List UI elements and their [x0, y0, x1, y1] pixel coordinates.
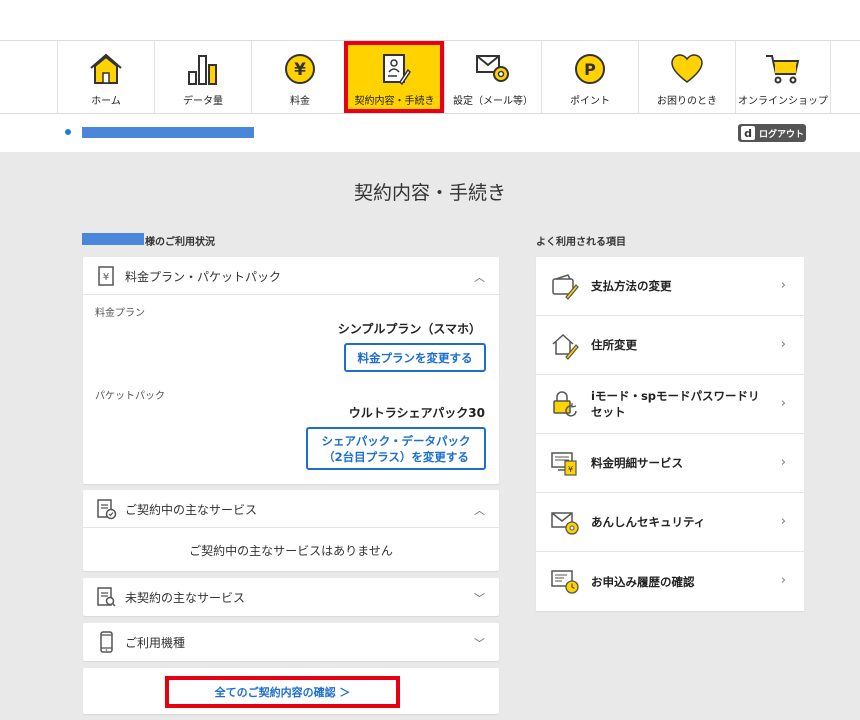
uncontracted-card-title: 未契約の主なサービス — [125, 591, 246, 605]
cart-icon — [736, 49, 830, 89]
nav-data[interactable]: データ量 — [154, 41, 251, 113]
chevron-up-icon: ︿ — [474, 504, 485, 517]
nav-label: ホーム — [91, 96, 121, 107]
status-dot — [65, 129, 71, 135]
plan-card-title: 料金プラン・パケットパック — [125, 270, 282, 284]
change-plan-button[interactable]: 料金プランを変更する — [344, 343, 486, 372]
uncontracted-card-header[interactable]: 未契約の主なサービス ﹀ — [83, 578, 499, 616]
chevron-right-icon: › — [780, 278, 786, 293]
svg-text:¥: ¥ — [294, 60, 306, 80]
frequent-item-password-reset[interactable]: iモード・spモードパスワードリセット › — [536, 375, 804, 434]
change-packet-button[interactable]: シェアパック・データパック （2台目プラス）を変更する — [306, 427, 486, 470]
nav-label: ポイント — [570, 96, 610, 107]
plan-card: ¥ 料金プラン・パケットパック ︿ 料金プラン シンプルプラン（スマホ） 料金プ… — [83, 257, 499, 484]
history-clock-icon — [550, 566, 580, 596]
frequent-item-label: 支払方法の変更 — [591, 279, 672, 293]
nav-label: 設定（メール等） — [453, 96, 533, 107]
packet-value: ウルトラシェアパック30 — [348, 406, 485, 420]
usage-section-label: 様のご利用状況 — [145, 237, 215, 248]
nav-label: 料金 — [290, 96, 310, 107]
nav-label: お困りのとき — [657, 96, 717, 107]
point-icon: P — [542, 49, 638, 89]
frequent-items-card: 支払方法の変更 › 住所変更 › iモード・spモードパスワードリセット › ¥… — [536, 257, 804, 611]
d-account-icon: d — [741, 126, 755, 140]
user-bar — [0, 114, 860, 152]
smartphone-icon — [95, 631, 117, 653]
all-contracts-link[interactable]: 全てのご契約内容の確認 ＞ — [165, 676, 400, 708]
uncontracted-card[interactable]: 未契約の主なサービス ﹀ — [83, 578, 499, 616]
frequent-item-payment[interactable]: 支払方法の変更 › — [536, 257, 804, 316]
yen-icon: ¥ — [252, 49, 348, 89]
contract-icon — [345, 49, 444, 89]
plan-card-header[interactable]: ¥ 料金プラン・パケットパック ︿ — [83, 257, 499, 295]
home-icon — [58, 49, 154, 89]
frequent-item-label: あんしんセキュリティ — [591, 515, 706, 529]
svg-text:¥: ¥ — [568, 465, 573, 474]
plan-value: シンプルプラン（スマホ） — [337, 322, 481, 336]
lock-reset-icon — [550, 389, 580, 419]
logout-label: ログアウト — [759, 129, 805, 140]
services-card-header[interactable]: ご契約中の主なサービス ︿ — [83, 490, 499, 528]
svg-text:P: P — [584, 60, 596, 79]
services-card: ご契約中の主なサービス ︿ ご契約中の主なサービスはありません — [83, 490, 499, 571]
chevron-down-icon: ﹀ — [474, 592, 485, 605]
frequent-section-label: よく利用される項目 — [536, 237, 626, 248]
logout-button[interactable]: d ログアウト — [738, 124, 806, 142]
nav-label: 契約内容・手続き — [354, 96, 435, 107]
nav-shop[interactable]: オンラインショップ — [735, 41, 831, 113]
frequent-item-label: 料金明細サービス — [591, 456, 683, 470]
nav-label: データ量 — [183, 96, 223, 107]
nav-label: オンラインショップ — [738, 96, 828, 107]
mail-gear-icon — [445, 49, 541, 89]
nav-help[interactable]: お困りのとき — [638, 41, 735, 113]
device-card[interactable]: ご利用機種 ﹀ — [83, 623, 499, 661]
house-pen-icon — [550, 330, 580, 360]
packet-label: パケットパック — [95, 391, 165, 402]
document-check-icon — [95, 498, 117, 520]
frequent-item-history[interactable]: お申込み履歴の確認 › — [536, 552, 804, 611]
plan-label: 料金プラン — [95, 308, 145, 319]
heart-icon — [639, 49, 735, 89]
frequent-item-address[interactable]: 住所変更 › — [536, 316, 804, 375]
chevron-right-icon: › — [780, 337, 786, 352]
top-blank-bar — [0, 0, 860, 40]
nav-fee[interactable]: ¥ 料金 — [251, 41, 348, 113]
chevron-right-icon: › — [780, 514, 786, 529]
frequent-item-security[interactable]: あんしんセキュリティ › — [536, 493, 804, 552]
frequent-item-label: iモード・spモードパスワードリセット — [591, 389, 760, 419]
services-empty-text: ご契約中の主なサービスはありません — [189, 544, 393, 558]
wallet-pen-icon — [550, 271, 580, 301]
nav-point[interactable]: P ポイント — [541, 41, 638, 113]
services-card-title: ご契約中の主なサービス — [125, 503, 258, 517]
chevron-right-icon: › — [780, 396, 786, 411]
document-search-icon — [95, 586, 117, 608]
change-packet-button-line2: （2台目プラス）を変更する — [323, 449, 469, 464]
nav-contract[interactable]: 契約内容・手続き — [344, 41, 444, 113]
bill-screen-icon: ¥ — [550, 448, 580, 478]
nav-home[interactable]: ホーム — [57, 41, 154, 113]
yen-document-icon: ¥ — [95, 265, 117, 287]
chevron-right-icon: › — [780, 455, 786, 470]
frequent-item-billing-detail[interactable]: ¥ 料金明細サービス › — [536, 434, 804, 493]
mail-security-icon — [550, 507, 580, 537]
page-title: 契約内容・手続き — [353, 182, 506, 204]
chevron-up-icon: ︿ — [474, 271, 485, 284]
redacted-user-id — [82, 127, 254, 138]
device-card-header[interactable]: ご利用機種 ﹀ — [83, 623, 499, 661]
chevron-down-icon: ﹀ — [474, 637, 485, 650]
frequent-item-label: お申込み履歴の確認 — [591, 574, 695, 589]
svg-text:¥: ¥ — [103, 272, 109, 283]
change-packet-button-line1: シェアパック・データパック — [321, 433, 471, 448]
device-card-title: ご利用機種 — [125, 636, 186, 650]
nav-settings[interactable]: 設定（メール等） — [444, 41, 541, 113]
chevron-right-icon: › — [780, 573, 786, 588]
main-nav: ホーム データ量 ¥ 料金 契約内容・手続き 設定（メール等） P ポイント お — [0, 40, 860, 114]
redacted-user-name — [82, 233, 144, 245]
frequent-item-label: 住所変更 — [591, 338, 637, 352]
bar-chart-icon — [155, 49, 251, 89]
